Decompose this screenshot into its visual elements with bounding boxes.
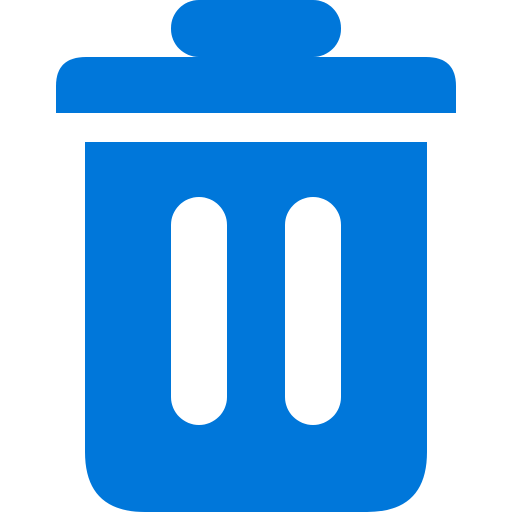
trash-lid-handle	[171, 0, 341, 57]
trash-lid	[56, 57, 456, 113]
icon-canvas	[0, 0, 512, 512]
trash-can-icon[interactable]	[0, 0, 512, 512]
trash-body	[85, 142, 427, 512]
